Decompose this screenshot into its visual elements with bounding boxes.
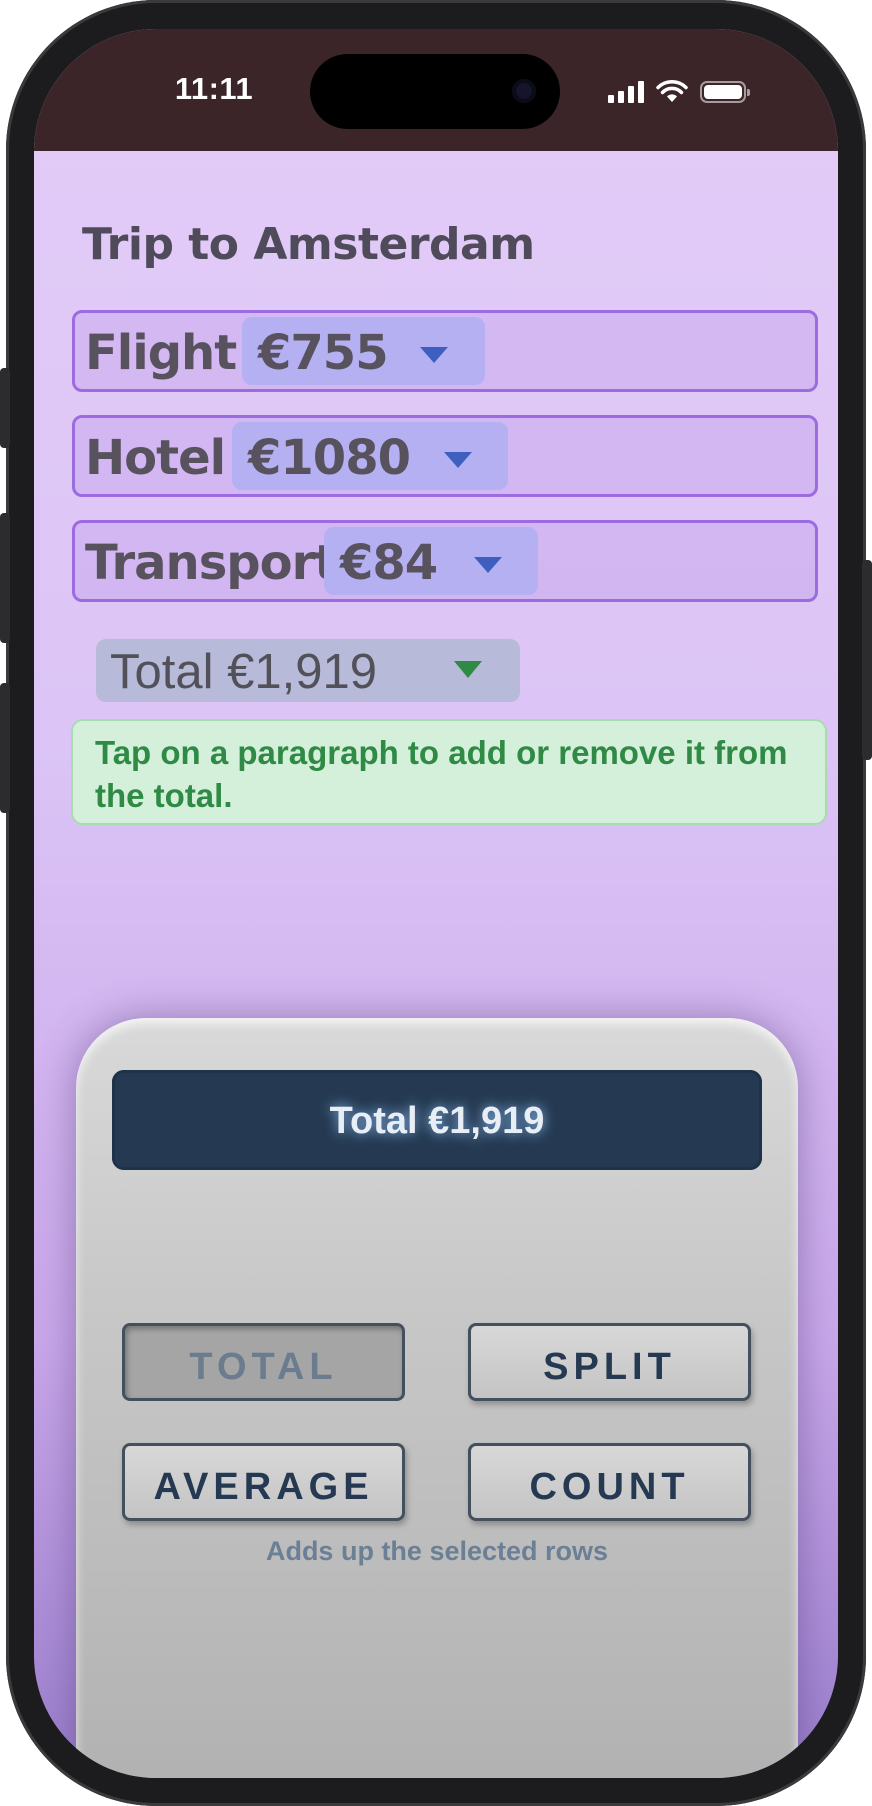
volume-down-button [0,683,10,813]
dropdown-caret-icon [454,661,482,678]
front-camera [512,79,536,103]
status-bar: 11:11 [34,29,838,151]
mode-caption: Adds up the selected rows [265,1536,609,1566]
row-label: Flight [85,325,237,381]
split-button[interactable]: SPLIT [468,1323,751,1401]
screen: 11:11 Trip to Amsterdam Flight €755 Hote… [34,29,838,1778]
expense-row-transport[interactable]: Transport €84 [72,520,818,602]
status-time: 11:11 [174,71,254,106]
hint-box: Tap on a paragraph to add or remove it f… [71,719,827,825]
average-button-label: AVERAGE [153,1466,374,1508]
amount-value: €84 [340,535,438,591]
display-value: Total €1,919 [329,1100,545,1142]
dropdown-caret-icon [474,557,502,573]
calculator-panel: Total €1,919 TOTAL SPLIT AVERAGE COUNT A… [76,1018,798,1778]
dynamic-island [310,54,560,129]
hint-text: Tap on a paragraph to add or remove it f… [95,734,788,814]
amount-value: €1080 [248,430,411,486]
row-label: Hotel [85,430,226,486]
amount-dropdown[interactable]: €755 [242,317,485,385]
action-button [0,368,10,448]
count-button[interactable]: COUNT [468,1443,751,1521]
row-label: Transport [85,535,337,591]
cellular-signal-icon [608,81,644,103]
trip-title: Trip to Amsterdam [82,219,535,270]
status-icons [608,77,750,107]
dropdown-caret-icon [444,452,472,468]
total-value: Total €1,919 [110,645,377,699]
total-dropdown[interactable]: Total €1,919 [96,639,520,702]
wifi-icon [656,80,688,102]
amount-dropdown[interactable]: €84 [324,527,538,595]
amount-value: €755 [258,325,389,381]
split-button-label: SPLIT [543,1346,676,1388]
calculator-display: Total €1,919 [112,1070,762,1170]
volume-up-button [0,513,10,643]
total-button[interactable]: TOTAL [122,1323,405,1401]
amount-dropdown[interactable]: €1080 [232,422,508,490]
expense-row-flight[interactable]: Flight €755 [72,310,818,392]
count-button-label: COUNT [529,1466,690,1508]
total-button-label: TOTAL [189,1346,338,1388]
dropdown-caret-icon [420,347,448,363]
battery-icon [700,81,750,103]
expense-row-hotel[interactable]: Hotel €1080 [72,415,818,497]
power-button [862,560,872,760]
average-button[interactable]: AVERAGE [122,1443,405,1521]
